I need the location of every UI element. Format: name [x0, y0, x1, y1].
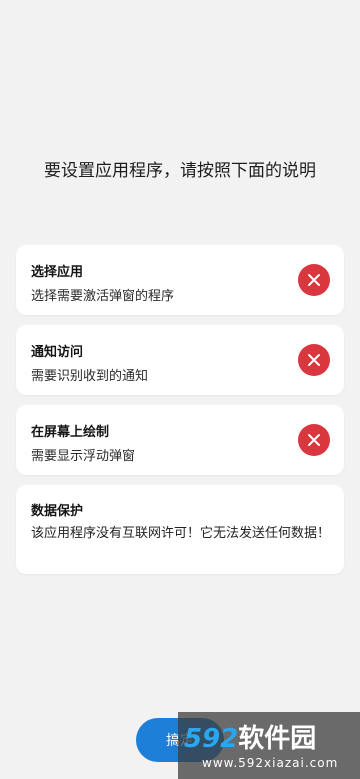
card-description: 该应用程序没有互联网许可！它无法发送任何数据！ [31, 526, 331, 541]
instruction-text: 要设置应用程序，请按照下面的说明 [44, 161, 316, 181]
permission-card-notification-access[interactable]: 通知访问 需要识别收到的通知 [16, 325, 344, 395]
watermark-number: 592 [184, 724, 239, 754]
card-description: 选择需要激活弹窗的程序 [31, 289, 175, 304]
close-circle-icon [298, 424, 330, 456]
watermark-name: 软件园 [238, 724, 317, 754]
card-title: 在屏幕上绘制 [31, 425, 110, 440]
card-description: 需要显示浮动弹窗 [31, 449, 136, 464]
permission-card-draw-over-screen[interactable]: 在屏幕上绘制 需要显示浮动弹窗 [16, 405, 344, 475]
setup-screen: 要设置应用程序，请按照下面的说明 选择应用 选择需要激活弹窗的程序 通知访问 需… [0, 0, 360, 779]
card-title: 通知访问 [31, 345, 84, 360]
permission-card-select-app[interactable]: 选择应用 选择需要激活弹窗的程序 [16, 245, 344, 315]
close-circle-icon [298, 344, 330, 376]
card-description: 需要识别收到的通知 [31, 369, 149, 384]
close-circle-icon [298, 264, 330, 296]
watermark-logo: 592软件园 www.592xiazai.com [178, 712, 360, 779]
card-title: 数据保护 [31, 504, 84, 519]
watermark-title: 592软件园 [184, 718, 316, 755]
data-protection-card: 数据保护 该应用程序没有互联网许可！它无法发送任何数据！ [16, 485, 344, 574]
card-title: 选择应用 [31, 265, 84, 280]
watermark-url: www.592xiazai.com [202, 756, 339, 770]
